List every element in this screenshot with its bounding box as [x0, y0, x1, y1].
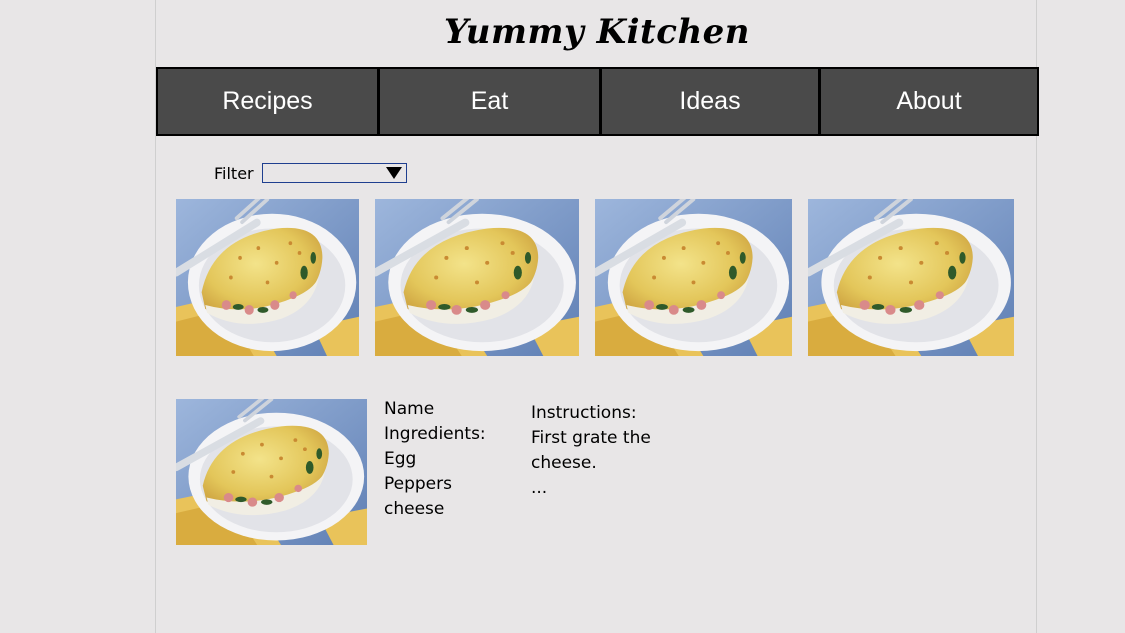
recipe-ingredients-block: Name Ingredients: Egg Peppers cheese [384, 397, 486, 522]
nav-item-recipes[interactable]: Recipes [156, 67, 379, 136]
page-container: Yummy Kitchen Recipes Eat Ideas About Fi… [155, 0, 1039, 633]
ingredient-item: Peppers [384, 474, 452, 494]
filter-dropdown[interactable] [262, 163, 407, 183]
nav-item-eat[interactable]: Eat [378, 67, 601, 136]
instructions-label: Instructions: [531, 403, 637, 423]
omelette-photo-icon [375, 199, 579, 356]
instruction-line: cheese. [531, 453, 597, 473]
recipe-instructions-block: Instructions: First grate the cheese. ..… [531, 401, 651, 501]
recipe-thumbnail-1[interactable] [176, 199, 359, 356]
main-nav: Recipes Eat Ideas About [156, 67, 1039, 136]
recipe-detail-image [176, 399, 367, 545]
instruction-line: ... [531, 478, 548, 498]
dropdown-arrow-icon [386, 167, 402, 179]
recipe-thumbnail-2[interactable] [375, 199, 579, 356]
omelette-photo-icon [176, 399, 367, 545]
omelette-photo-icon [595, 199, 792, 356]
filter-label: Filter [214, 164, 254, 183]
recipe-thumbnail-4[interactable] [808, 199, 1014, 356]
ingredients-label: Ingredients: [384, 424, 486, 444]
site-title: Yummy Kitchen [443, 12, 751, 52]
omelette-photo-icon [808, 199, 1014, 356]
recipe-name-label: Name [384, 399, 435, 419]
recipe-thumbnail-3[interactable] [595, 199, 792, 356]
nav-item-about[interactable]: About [819, 67, 1039, 136]
ingredient-item: cheese [384, 499, 445, 519]
instruction-line: First grate the [531, 428, 651, 448]
nav-item-ideas[interactable]: Ideas [600, 67, 820, 136]
ingredient-item: Egg [384, 449, 417, 469]
omelette-photo-icon [176, 199, 359, 356]
